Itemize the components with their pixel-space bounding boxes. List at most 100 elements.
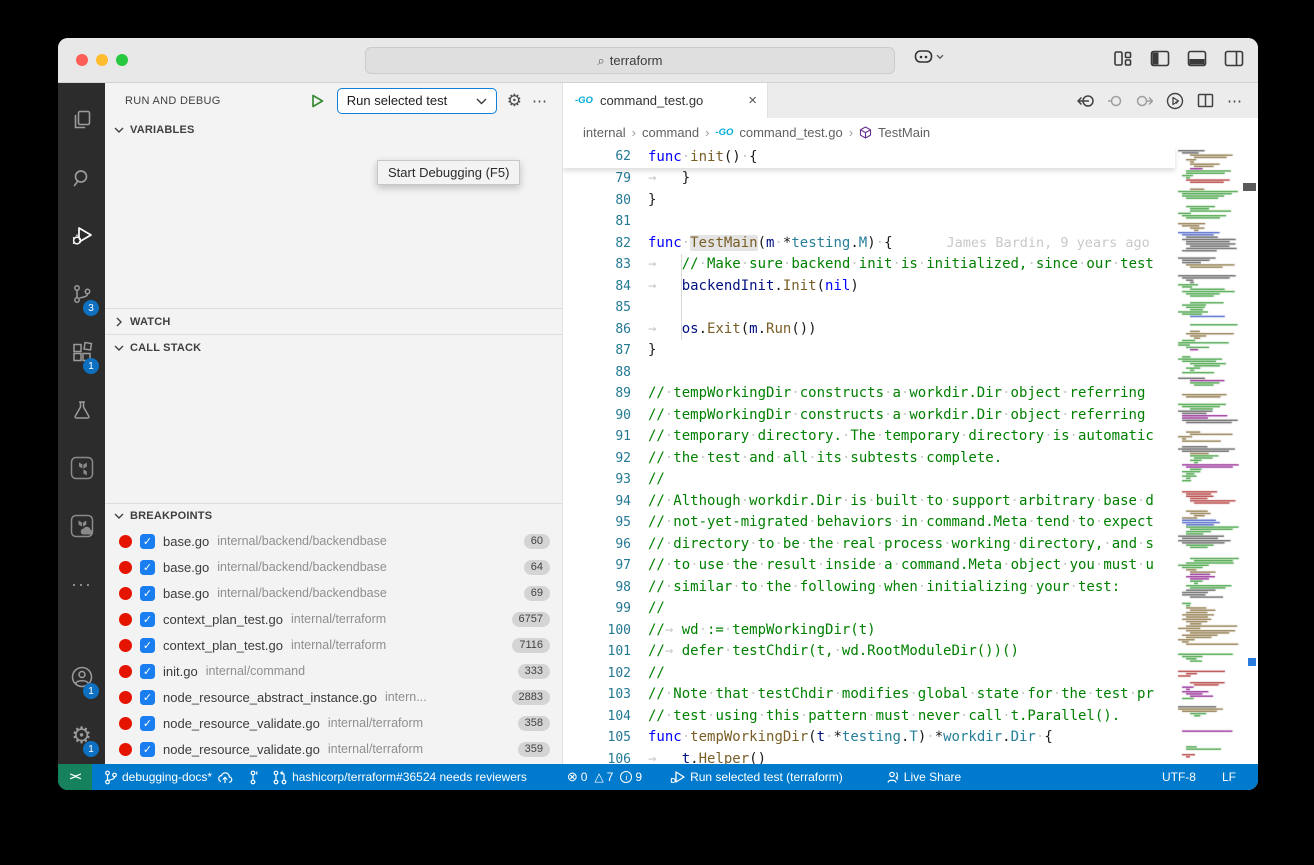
breadcrumb-command[interactable]: command [642,125,699,140]
line-number[interactable]: 79 [563,168,631,190]
line-number[interactable]: 97 [563,555,631,577]
run-and-debug-icon[interactable] [58,211,105,261]
start-debugging-button[interactable] [309,92,327,110]
code-line[interactable]: 81 [563,211,1175,233]
code-line[interactable]: 88 [563,362,1175,384]
line-number[interactable]: 88 [563,362,631,384]
code-line[interactable]: 91//·temporary·directory.·The·temporary·… [563,426,1175,448]
code-editor[interactable]: 62func·init()·{ 79→}80}8182func·TestMain… [563,146,1258,764]
breakpoint-icon[interactable] [119,613,132,626]
line-number[interactable]: 98 [563,577,631,599]
breakpoint-icon[interactable] [119,743,132,756]
go-to-last-edit-icon[interactable] [1077,93,1095,109]
line-number[interactable]: 105 [563,727,631,749]
breakpoint-icon[interactable] [119,717,132,730]
problems-status-item[interactable]: ⊗ 0 △ 7 i 9 [567,769,642,785]
debug-settings-gear-icon[interactable]: ⚙ [507,91,522,111]
code-line[interactable]: 82func·TestMain(m·*testing.M)·{James Bar… [563,233,1175,255]
close-window-button[interactable] [76,54,88,66]
breakpoint-row[interactable]: ✓base.gointernal/backend/backendbase60 [105,528,562,554]
split-editor-icon[interactable] [1197,93,1214,108]
code-line[interactable]: 87} [563,340,1175,362]
code-line[interactable]: 94//·Although·workdir.Dir·is·built·to·su… [563,491,1175,513]
breakpoint-icon[interactable] [119,535,132,548]
scrollbar-thumb[interactable] [1243,183,1256,191]
branch-status-item[interactable]: debugging-docs* [104,770,233,785]
line-number[interactable]: 62 [563,146,631,168]
breakpoint-icon[interactable] [119,639,132,652]
line-number[interactable]: 84 [563,276,631,298]
terraform-cloud-icon[interactable] [58,501,105,551]
breakpoints-section-header[interactable]: BREAKPOINTS [105,504,562,528]
breakpoint-checkbox[interactable]: ✓ [140,586,155,601]
editor-scrollbar[interactable] [1242,146,1258,764]
line-number[interactable]: 82 [563,233,631,255]
line-number[interactable]: 94 [563,491,631,513]
code-line[interactable]: 98//·similar·to·the·following·when·initi… [563,577,1175,599]
breakpoint-icon[interactable] [119,691,132,704]
run-or-debug-icon[interactable] [1166,92,1184,110]
breakpoint-checkbox[interactable]: ✓ [140,534,155,549]
line-number[interactable]: 89 [563,383,631,405]
command-center-search[interactable]: ⌕ terraform [365,47,895,74]
breakpoint-checkbox[interactable]: ✓ [140,742,155,757]
breakpoint-row[interactable]: ✓node_resource_validate.gointernal/terra… [105,710,562,736]
variables-section-header[interactable]: VARIABLES [105,118,562,142]
code-line[interactable]: 86→os.Exit(m.Run()) [563,319,1175,341]
code-line[interactable]: 102// [563,663,1175,685]
line-number[interactable]: 92 [563,448,631,470]
code-line[interactable]: 85 [563,297,1175,319]
code-line[interactable]: 80} [563,190,1175,212]
line-number[interactable]: 95 [563,512,631,534]
watch-section-header[interactable]: WATCH [105,309,562,335]
code-line[interactable]: 105func·tempWorkingDir(t·*testing.T)·*wo… [563,727,1175,749]
source-control-icon[interactable]: 3 [58,269,105,319]
line-number[interactable]: 93 [563,469,631,491]
toggle-panel-icon[interactable] [1187,50,1207,67]
code-line[interactable]: 95//·not-yet-migrated·behaviors·in·comma… [563,512,1175,534]
breakpoint-row[interactable]: ✓init.gointernal/command333 [105,658,562,684]
code-line[interactable]: 83→//·Make·sure·backend·init·is·initiali… [563,254,1175,276]
explorer-icon[interactable] [58,95,105,145]
encoding-status-item[interactable]: UTF-8 [1162,770,1196,784]
code-line[interactable]: 97//·to·use·the·result·inside·a·command.… [563,555,1175,577]
go-forward-icon[interactable] [1135,93,1153,109]
breakpoint-checkbox[interactable]: ✓ [140,612,155,627]
debug-configuration-dropdown[interactable]: Run selected test [337,88,497,114]
line-number[interactable]: 87 [563,340,631,362]
breakpoint-row[interactable]: ✓context_plan_test.gointernal/terraform6… [105,606,562,632]
code-line[interactable]: 89//·tempWorkingDir·constructs·a·workdir… [563,383,1175,405]
code-line[interactable]: 106→t.Helper() [563,749,1175,765]
line-number[interactable]: 91 [563,426,631,448]
code-line[interactable]: 104//·test·using·this·pattern·must·never… [563,706,1175,728]
toggle-primary-sidebar-icon[interactable] [1150,50,1170,67]
breakpoint-checkbox[interactable]: ✓ [140,716,155,731]
line-number[interactable]: 96 [563,534,631,556]
line-number[interactable]: 99 [563,598,631,620]
eol-status-item[interactable]: LF [1222,770,1236,784]
breadcrumb-internal[interactable]: internal [583,125,626,140]
run-test-status-item[interactable]: Run selected test (terraform) [670,770,843,784]
breakpoint-icon[interactable] [119,587,132,600]
zoom-window-button[interactable] [116,54,128,66]
testing-icon[interactable] [58,385,105,435]
breadcrumb-file[interactable]: command_test.go [739,125,842,140]
code-line[interactable]: 100//→wd·:=·tempWorkingDir(t) [563,620,1175,642]
breakpoint-row[interactable]: ✓base.gointernal/backend/backendbase69 [105,580,562,606]
breakpoint-row[interactable]: ✓node_resource_validate.gointernal/terra… [105,736,562,762]
minimize-window-button[interactable] [96,54,108,66]
go-back-icon[interactable] [1108,93,1122,109]
views-more-actions-icon[interactable]: ⋯ [532,92,548,110]
remote-indicator[interactable]: >< [58,764,92,790]
tab-command-test-go[interactable]: -GO command_test.go × [563,83,768,118]
breakpoint-row[interactable]: ✓node_resource_abstract_instance.gointer… [105,684,562,710]
line-number[interactable]: 103 [563,684,631,706]
line-number[interactable]: 80 [563,190,631,212]
breakpoint-checkbox[interactable]: ✓ [140,560,155,575]
code-line[interactable]: 93// [563,469,1175,491]
search-view-icon[interactable] [58,153,105,203]
code-line[interactable]: 79→} [563,168,1175,190]
call-stack-section-header[interactable]: CALL STACK [105,335,562,361]
line-number[interactable]: 101 [563,641,631,663]
line-number[interactable]: 100 [563,620,631,642]
